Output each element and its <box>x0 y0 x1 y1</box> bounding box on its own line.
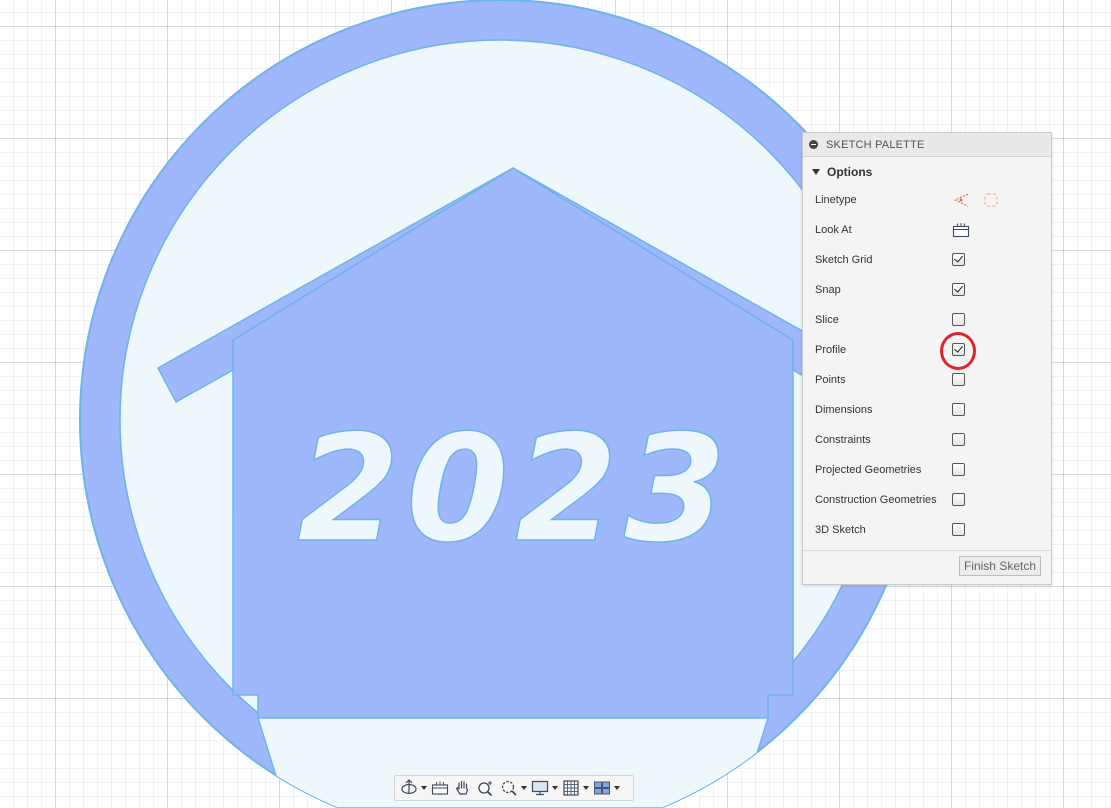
grid-snaps-button[interactable] <box>561 777 589 799</box>
snap-checkbox[interactable] <box>952 283 965 296</box>
chevron-down-icon <box>552 786 558 790</box>
collapse-icon[interactable] <box>809 140 818 149</box>
look-at-icon[interactable] <box>952 222 970 238</box>
palette-title: SKETCH PALETTE <box>826 138 925 151</box>
orbit-button[interactable] <box>399 777 427 799</box>
option-label: Look At <box>815 224 852 236</box>
option-row-projected-geometries: Projected Geometries <box>803 455 1051 485</box>
dimensions-checkbox[interactable] <box>952 403 965 416</box>
linetype-construction-icon[interactable] <box>952 191 970 209</box>
display-settings-button[interactable] <box>530 777 558 799</box>
profile-checkbox[interactable] <box>952 343 965 356</box>
option-label: Points <box>815 374 846 386</box>
zoom-button[interactable] <box>476 777 496 799</box>
chevron-down-icon <box>521 786 527 790</box>
option-label: Profile <box>815 344 847 356</box>
option-label: Construction Geometries <box>815 494 937 506</box>
triangle-down-icon <box>812 169 820 175</box>
orbit-icon <box>401 779 417 795</box>
option-row-look-at: Look At <box>803 215 1051 245</box>
pan-button[interactable] <box>453 777 473 799</box>
option-label: Projected Geometries <box>815 464 922 476</box>
slice-checkbox[interactable] <box>952 313 965 326</box>
option-row-constraints: Constraints <box>803 425 1051 455</box>
pan-hand-icon <box>455 780 469 795</box>
chevron-down-icon <box>421 786 427 790</box>
display-settings-icon <box>531 780 549 796</box>
option-row-3d-sketch: 3D Sketch <box>803 515 1051 545</box>
palette-header[interactable]: SKETCH PALETTE <box>803 133 1051 157</box>
constraints-checkbox[interactable] <box>952 433 965 446</box>
projected-geometries-checkbox[interactable] <box>952 463 965 476</box>
grid-snaps-icon <box>563 780 579 796</box>
option-label: 3D Sketch <box>815 524 866 536</box>
option-label: Linetype <box>815 194 857 206</box>
option-row-sketch-grid: Sketch Grid <box>803 245 1051 275</box>
option-label: Snap <box>815 284 841 296</box>
points-checkbox[interactable] <box>952 373 965 386</box>
option-label: Sketch Grid <box>815 254 873 266</box>
options-label: Options <box>827 165 873 179</box>
finish-sketch-button[interactable]: Finish Sketch <box>958 556 1041 576</box>
chevron-down-icon <box>614 786 620 790</box>
option-row-slice: Slice <box>803 305 1051 335</box>
viewports-button[interactable] <box>592 777 620 799</box>
option-row-construction-geometries: Construction Geometries <box>803 485 1051 515</box>
sketch-text-year[interactable]: 2023 <box>296 402 733 576</box>
sketch-grid-checkbox[interactable] <box>952 253 965 266</box>
option-label: Dimensions <box>815 404 873 416</box>
palette-footer: Finish Sketch <box>803 550 1051 584</box>
options-section-header[interactable]: Options <box>803 159 1051 185</box>
option-row-dimensions: Dimensions <box>803 395 1051 425</box>
fit-button[interactable] <box>499 777 527 799</box>
fit-zoom-icon <box>501 780 517 796</box>
chevron-down-icon <box>583 786 589 790</box>
zoom-icon <box>478 781 493 797</box>
option-row-snap: Snap <box>803 275 1051 305</box>
construction-geometries-checkbox[interactable] <box>952 493 965 506</box>
sketch-palette: SKETCH PALETTE Options Linetype Look At <box>802 132 1052 585</box>
option-row-profile: Profile <box>803 335 1051 365</box>
look-at-button[interactable] <box>430 777 450 799</box>
option-label: Constraints <box>815 434 871 446</box>
navigation-toolbar <box>394 775 634 801</box>
option-row-linetype: Linetype <box>803 185 1051 215</box>
viewports-icon <box>594 781 610 795</box>
linetype-centerline-icon[interactable] <box>982 191 1000 209</box>
option-row-points: Points <box>803 365 1051 395</box>
look-at-icon <box>431 781 449 795</box>
option-label: Slice <box>815 314 839 326</box>
3d-sketch-checkbox[interactable] <box>952 523 965 536</box>
